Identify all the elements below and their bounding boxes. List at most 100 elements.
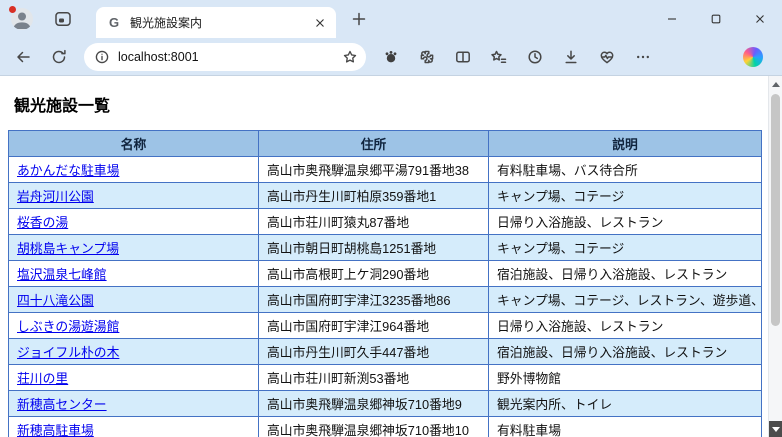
page-viewport: 観光施設一覧 名称 住所 説明 あかんだな駐車場 高山市奥飛騨温泉郷平湯791番… (0, 76, 782, 437)
facility-description-cell: 日帰り入浴施設、レストラン (488, 208, 762, 235)
tab-title: 観光施設案内 (130, 16, 203, 30)
facility-address-cell: 高山市国府町宇津江3235番地86 (258, 286, 489, 313)
profile-avatar[interactable] (8, 5, 34, 31)
browser-essentials-icon[interactable] (592, 42, 622, 72)
facility-description-cell: キャンプ場、コテージ、レストラン、遊歩道、 (488, 286, 762, 313)
refresh-icon (52, 49, 66, 63)
facility-description-cell: 観光案内所、トイレ (488, 390, 762, 417)
favorites-icon[interactable] (484, 42, 514, 72)
table-row: 新穂高駐車場 高山市奥飛騨温泉郷神坂710番地10 有料駐車場 (8, 416, 762, 437)
facility-description-cell: 宿泊施設、日帰り入浴施設、レストラン (488, 260, 762, 287)
vertical-scrollbar[interactable] (768, 76, 782, 437)
scroll-up-icon (771, 81, 780, 87)
facility-address-cell: 高山市奥飛騨温泉郷神坂710番地10 (258, 416, 489, 437)
table-row: しぶきの湯遊湯館 高山市国府町宇津江964番地 日帰り入浴施設、レストラン (8, 312, 762, 339)
split-screen-icon[interactable] (448, 42, 478, 72)
facility-link[interactable]: しぶきの湯遊湯館 (17, 319, 119, 334)
tab-close-icon[interactable] (310, 13, 330, 33)
facility-address-cell: 高山市丹生川町久手447番地 (258, 338, 489, 365)
back-button[interactable] (8, 42, 38, 72)
table-row: 塩沢温泉七峰館 高山市高根町上ケ洞290番地 宿泊施設、日帰り入浴施設、レストラ… (8, 260, 762, 287)
facility-name-cell: 胡桃島キャンプ場 (8, 234, 259, 261)
table-row: 桜香の湯 高山市荘川町猿丸87番地 日帰り入浴施設、レストラン (8, 208, 762, 235)
facility-link[interactable]: 新穂高センター (17, 397, 107, 412)
facility-address-cell: 高山市高根町上ケ洞290番地 (258, 260, 489, 287)
new-tab-button[interactable] (346, 6, 372, 32)
extensions-puzzle-icon[interactable] (412, 42, 442, 72)
address-bar[interactable]: localhost:8001 (84, 42, 366, 71)
table-row: 荘川の里 高山市荘川町新渕53番地 野外博物館 (8, 364, 762, 391)
facility-address-cell: 高山市荘川町猿丸87番地 (258, 208, 489, 235)
facility-name-cell: ジョイフル朴の木 (8, 338, 259, 365)
site-info-icon[interactable] (94, 49, 110, 65)
window-controls (650, 0, 782, 38)
table-header-row: 名称 住所 説明 (8, 130, 762, 157)
facility-name-cell: 荘川の里 (8, 364, 259, 391)
facility-link[interactable]: ジョイフル朴の木 (17, 345, 119, 360)
copilot-icon (743, 46, 763, 67)
table-row: ジョイフル朴の木 高山市丹生川町久手447番地 宿泊施設、日帰り入浴施設、レスト… (8, 338, 762, 365)
facility-address-cell: 高山市朝日町胡桃島1251番地 (258, 234, 489, 261)
scroll-up-button[interactable] (769, 76, 782, 92)
column-header-address: 住所 (258, 130, 489, 157)
favorite-star-icon[interactable] (342, 49, 358, 65)
workspaces-icon[interactable] (52, 8, 74, 30)
facility-description-cell: キャンプ場、コテージ (488, 234, 762, 261)
refresh-button[interactable] (44, 42, 74, 72)
page-content: 観光施設一覧 名称 住所 説明 あかんだな駐車場 高山市奥飛騨温泉郷平湯791番… (0, 76, 768, 437)
facility-description-cell: 日帰り入浴施設、レストラン (488, 312, 762, 339)
downloads-icon[interactable] (556, 42, 586, 72)
table-row: 新穂高センター 高山市奥飛騨温泉郷神坂710番地9 観光案内所、トイレ (8, 390, 762, 417)
url-text: localhost:8001 (118, 49, 199, 64)
copilot-button[interactable] (738, 42, 768, 72)
close-icon (756, 15, 764, 23)
browser-tab[interactable]: G 観光施設案内 (96, 7, 336, 38)
notification-badge (8, 5, 17, 14)
tab-favicon-icon: G (108, 15, 120, 30)
maximize-button[interactable] (694, 0, 738, 38)
facility-link[interactable]: 荘川の里 (17, 371, 68, 386)
facility-name-cell: 四十八滝公園 (8, 286, 259, 313)
column-header-description: 説明 (488, 130, 762, 157)
navigation-bar: localhost:8001 (0, 38, 782, 76)
scroll-down-icon (771, 426, 780, 432)
facility-link[interactable]: あかんだな駐車場 (17, 163, 119, 178)
facility-link[interactable]: 新穂高駐車場 (17, 423, 94, 437)
facility-address-cell: 高山市丹生川町柏原359番地1 (258, 182, 489, 209)
facility-name-cell: 岩舟河川公園 (8, 182, 259, 209)
page-title: 観光施設一覧 (14, 98, 111, 115)
maximize-icon (711, 14, 721, 24)
titlebar: G 観光施設案内 (0, 0, 782, 38)
facility-link[interactable]: 桜香の湯 (17, 215, 68, 230)
facility-name-cell: あかんだな駐車場 (8, 156, 259, 183)
facility-description-cell: 野外博物館 (488, 364, 762, 391)
facility-name-cell: 新穂高センター (8, 390, 259, 417)
minimize-button[interactable] (650, 0, 694, 38)
facility-description-cell: 有料駐車場 (488, 416, 762, 437)
extension-icon-1[interactable] (376, 42, 406, 72)
facility-link[interactable]: 四十八滝公園 (17, 293, 94, 308)
close-button[interactable] (738, 0, 782, 38)
history-icon[interactable] (520, 42, 550, 72)
table-row: 岩舟河川公園 高山市丹生川町柏原359番地1 キャンプ場、コテージ (8, 182, 762, 209)
facility-address-cell: 高山市国府町宇津江964番地 (258, 312, 489, 339)
scrollbar-thumb[interactable] (771, 94, 780, 326)
facility-name-cell: 新穂高駐車場 (8, 416, 259, 437)
more-menu-icon[interactable] (628, 42, 658, 72)
back-icon (17, 51, 30, 62)
table-row: あかんだな駐車場 高山市奥飛騨温泉郷平湯791番地38 有料駐車場、バス待合所 (8, 156, 762, 183)
facility-address-cell: 高山市奥飛騨温泉郷平湯791番地38 (258, 156, 489, 183)
table-row: 胡桃島キャンプ場 高山市朝日町胡桃島1251番地 キャンプ場、コテージ (8, 234, 762, 261)
facility-name-cell: しぶきの湯遊湯館 (8, 312, 259, 339)
facility-name-cell: 桜香の湯 (8, 208, 259, 235)
column-header-name: 名称 (8, 130, 259, 157)
facility-address-cell: 高山市荘川町新渕53番地 (258, 364, 489, 391)
scrollbar-track[interactable] (769, 92, 782, 421)
facility-link[interactable]: 塩沢温泉七峰館 (17, 267, 107, 282)
facility-name-cell: 塩沢温泉七峰館 (8, 260, 259, 287)
facility-description-cell: キャンプ場、コテージ (488, 182, 762, 209)
facility-description-cell: 宿泊施設、日帰り入浴施設、レストラン (488, 338, 762, 365)
facility-link[interactable]: 岩舟河川公園 (17, 189, 94, 204)
scroll-down-button[interactable] (769, 421, 782, 437)
facility-link[interactable]: 胡桃島キャンプ場 (17, 241, 119, 256)
